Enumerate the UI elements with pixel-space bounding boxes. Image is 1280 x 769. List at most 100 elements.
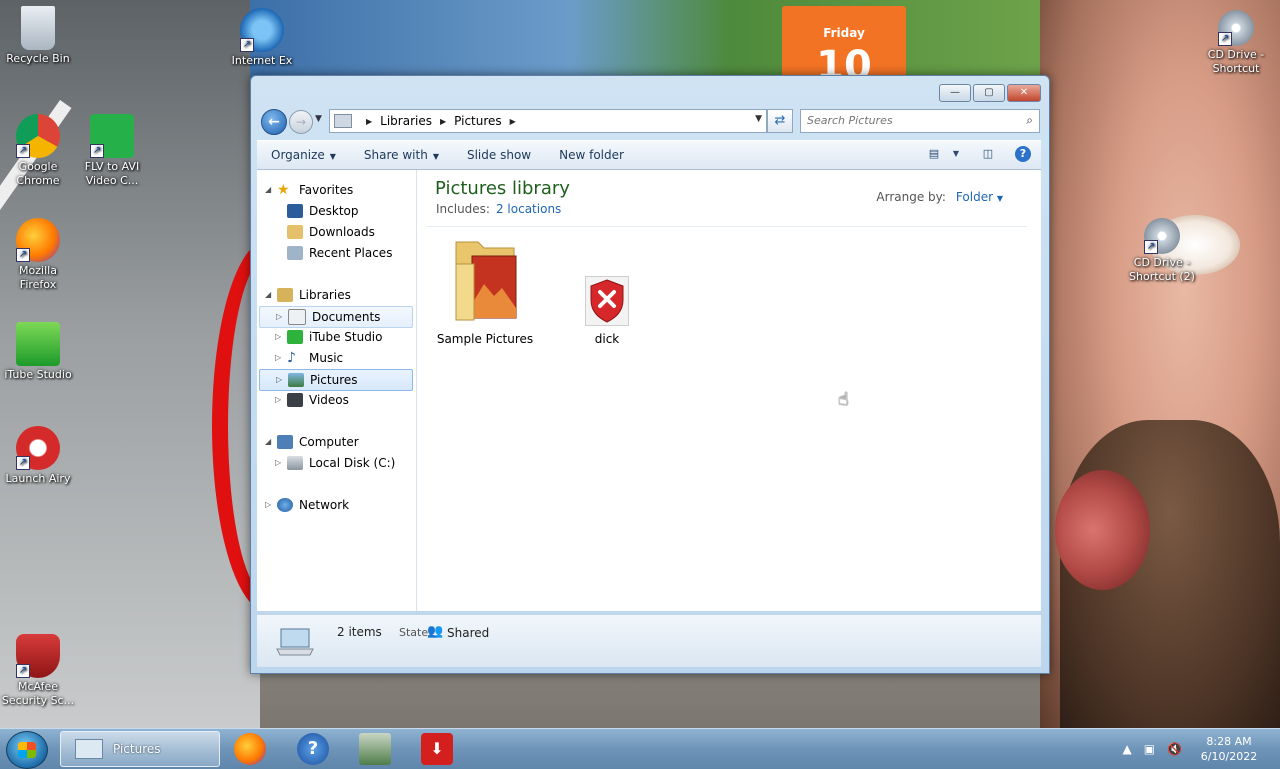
- computer-icon: [275, 627, 315, 656]
- taskbar-help-icon[interactable]: ?: [297, 733, 329, 765]
- maximize-button[interactable]: ▢: [973, 84, 1005, 102]
- computer-icon: [277, 435, 293, 449]
- chevron-down-icon: ▼: [996, 194, 1003, 203]
- nav-item-local-disk[interactable]: ▷ Local Disk (C:): [275, 453, 395, 473]
- nav-item-computer[interactable]: ◢ Computer: [265, 432, 359, 452]
- nav-item-downloads[interactable]: Downloads: [287, 222, 375, 242]
- taskbar-monitor-app-icon[interactable]: [359, 733, 391, 765]
- music-note-icon: ♪: [287, 350, 296, 366]
- search-input[interactable]: [801, 110, 1007, 130]
- desktop-icon-mozilla-firefox[interactable]: ↗ Mozilla Firefox: [0, 218, 76, 292]
- close-button[interactable]: ✕: [1007, 84, 1041, 102]
- expanded-triangle-icon[interactable]: ◢: [265, 180, 277, 200]
- clock[interactable]: 8:28 AM 6/10/2022: [1194, 734, 1264, 764]
- nav-item-desktop[interactable]: Desktop: [287, 201, 359, 221]
- nav-item-network[interactable]: ▷ Network: [265, 495, 349, 515]
- taskbar-item-label: Pictures: [113, 742, 161, 756]
- expanded-triangle-icon[interactable]: ◢: [265, 432, 277, 452]
- organize-button[interactable]: Organize ▼: [257, 148, 350, 162]
- content-pane: Pictures library Includes: 2 locations Ar…: [417, 170, 1041, 611]
- address-dropdown-icon[interactable]: ▼: [755, 114, 762, 124]
- collapsed-triangle-icon[interactable]: ▷: [275, 453, 287, 473]
- desktop-icon-label: Launch Airy: [5, 472, 71, 485]
- collapsed-triangle-icon[interactable]: ▷: [276, 370, 288, 390]
- breadcrumb-chevron-icon[interactable]: ▶: [510, 117, 516, 126]
- shortcut-arrow-icon: ↗: [1218, 32, 1232, 46]
- breadcrumb-chevron-icon[interactable]: ▶: [440, 117, 446, 126]
- taskbar: Pictures ? ⬇ ▲ ▣ 🔇 8:28 AM 6/10/2022: [0, 728, 1280, 769]
- desktop-icon-cd-drive-2[interactable]: ↗ CD Drive - Shortcut (2): [1124, 218, 1200, 284]
- desktop-icon-mcafee[interactable]: ↗ McAfee Security Sc...: [0, 634, 76, 708]
- taskbar-firefox-icon[interactable]: [234, 733, 266, 765]
- nav-item-recent-places[interactable]: Recent Places: [287, 243, 392, 263]
- file-item-dick[interactable]: dick: [552, 276, 662, 346]
- desktop-icon-google-chrome[interactable]: ↗ Google Chrome: [0, 114, 76, 188]
- collapsed-triangle-icon[interactable]: ▷: [275, 390, 287, 410]
- breadcrumb-libraries[interactable]: Libraries: [380, 114, 432, 128]
- show-hidden-icons-chevron-icon[interactable]: ▲: [1122, 742, 1131, 756]
- desktop-icon-recycle-bin[interactable]: Recycle Bin: [0, 6, 76, 66]
- breadcrumb-pictures[interactable]: Pictures: [454, 114, 502, 128]
- forward-button[interactable]: →: [289, 110, 313, 134]
- nav-item-label: Favorites: [299, 183, 354, 197]
- nav-item-libraries[interactable]: ◢ Libraries: [265, 285, 351, 305]
- file-item-sample-pictures[interactable]: Sample Pictures: [430, 234, 540, 346]
- share-with-button[interactable]: Share with ▼: [350, 148, 453, 162]
- folder-icon: [334, 114, 352, 128]
- back-button[interactable]: ←: [261, 109, 287, 135]
- nav-item-favorites[interactable]: ◢ ★ Favorites: [265, 180, 353, 200]
- preview-pane-icon[interactable]: ◫: [979, 146, 997, 162]
- arrange-by-dropdown[interactable]: Folder ▼: [956, 190, 1003, 204]
- taskbar-item-pictures[interactable]: Pictures: [60, 731, 220, 767]
- help-icon[interactable]: ?: [1015, 146, 1031, 162]
- mcafee-shield-icon: ↗: [16, 634, 60, 678]
- breadcrumb-chevron-icon[interactable]: ▶: [366, 117, 372, 126]
- desktop-icon-itube-studio[interactable]: iTube Studio: [0, 322, 76, 382]
- nav-item-music[interactable]: ▷ ♪ Music: [275, 348, 343, 368]
- address-bar[interactable]: ▶ Libraries ▶ Pictures ▶ ▼: [329, 109, 767, 133]
- recent-pages-dropdown[interactable]: ▼: [315, 114, 322, 124]
- taskbar-downloader-icon[interactable]: ⬇: [421, 733, 453, 765]
- nav-item-itube-studio[interactable]: ▷ iTube Studio: [275, 327, 382, 347]
- desktop-icon-cd-drive[interactable]: ↗ CD Drive - Shortcut: [1198, 10, 1274, 76]
- shared-users-icon: 👥: [427, 624, 444, 639]
- nav-item-documents[interactable]: ▷ Documents: [259, 306, 413, 328]
- view-options-chevron-icon[interactable]: ▼: [947, 146, 965, 162]
- item-count: 2 items: [337, 625, 382, 639]
- chevron-down-icon: ▼: [329, 152, 336, 161]
- search-icon[interactable]: ⌕: [1026, 113, 1033, 128]
- system-tray: ▲ ▣ 🔇 8:28 AM 6/10/2022: [1122, 729, 1280, 769]
- cd-drive-icon: ↗: [1144, 218, 1180, 254]
- desktop-icon-label: CD Drive - Shortcut: [1207, 48, 1265, 75]
- desktop-icon-launch-airy[interactable]: ↗ Launch Airy: [0, 426, 76, 486]
- expanded-triangle-icon[interactable]: ◢: [265, 285, 277, 305]
- network-status-icon[interactable]: ▣: [1144, 742, 1155, 756]
- nav-item-label: Recent Places: [309, 246, 393, 260]
- shortcut-arrow-icon: ↗: [240, 38, 254, 52]
- nav-item-videos[interactable]: ▷ Videos: [275, 390, 349, 410]
- desktop-icon-internet-explorer[interactable]: ↗ Internet Ex: [224, 8, 300, 68]
- slide-show-button[interactable]: Slide show: [453, 148, 545, 162]
- desktop-icon-flv-to-avi[interactable]: ↗ FLV to AVI Video C...: [74, 114, 150, 188]
- search-box[interactable]: ⌕: [800, 109, 1040, 133]
- includes-locations-link[interactable]: 2 locations: [496, 202, 561, 216]
- nav-item-pictures[interactable]: ▷ Pictures: [259, 369, 413, 391]
- downloads-folder-icon: [287, 225, 303, 239]
- nav-item-label: Documents: [312, 310, 381, 324]
- start-button[interactable]: [6, 731, 48, 769]
- change-view-icon[interactable]: ▤: [925, 146, 943, 162]
- new-folder-button[interactable]: New folder: [545, 148, 638, 162]
- chevron-down-icon: ▼: [315, 114, 322, 124]
- minimize-button[interactable]: —: [939, 84, 971, 102]
- local-disk-icon: [287, 456, 303, 470]
- calendar-gadget[interactable]: Friday 10: [782, 6, 906, 78]
- explorer-window[interactable]: — ▢ ✕ ← → ▼ ▶ Libraries ▶ Pictures ▶ ▼ ⇄…: [250, 75, 1050, 674]
- volume-muted-icon[interactable]: 🔇: [1167, 742, 1182, 756]
- refresh-button[interactable]: ⇄: [767, 109, 793, 133]
- collapsed-triangle-icon[interactable]: ▷: [276, 307, 288, 327]
- nav-item-label: Local Disk (C:): [309, 456, 396, 470]
- includes-label: Includes:: [436, 202, 490, 216]
- collapsed-triangle-icon[interactable]: ▷: [265, 495, 277, 515]
- collapsed-triangle-icon[interactable]: ▷: [275, 348, 287, 368]
- collapsed-triangle-icon[interactable]: ▷: [275, 327, 287, 347]
